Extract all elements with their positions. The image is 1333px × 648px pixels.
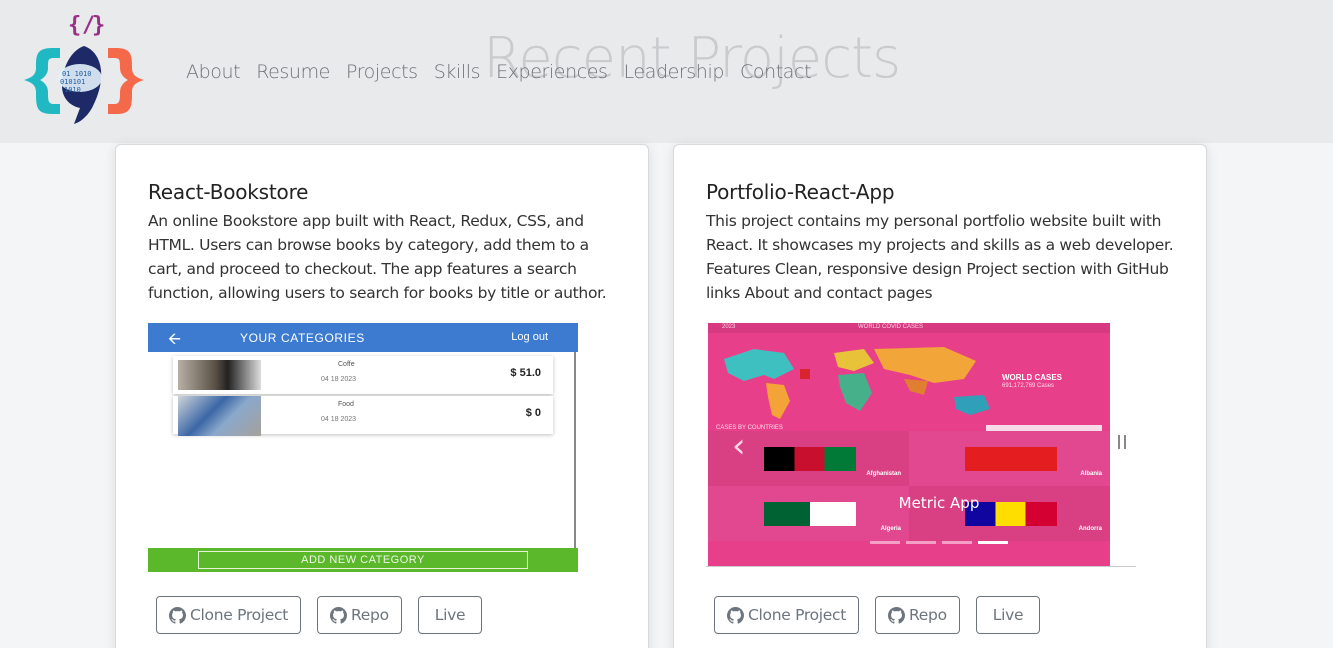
list-item: Food 04 18 2023 $ 0 [173, 396, 553, 436]
divider [574, 352, 576, 548]
svg-text:}: } [92, 13, 105, 38]
repo-label: Repo [909, 606, 947, 624]
scroll-handle [1118, 435, 1126, 449]
back-arrow-icon: 🡨 [168, 331, 181, 348]
country-name: Andorra [1078, 526, 1102, 532]
flag-afghanistan-icon [764, 447, 856, 471]
bookstore-logout: Log out [511, 331, 548, 343]
world-map-image [724, 347, 990, 419]
project-title: React-Bookstore [148, 180, 309, 204]
clone-project-button[interactable]: Clone Project [714, 596, 860, 634]
carousel-prev-icon[interactable]: ‹ [732, 426, 746, 466]
topbar-left: 2023 [722, 324, 736, 330]
slide-bottom-bar [706, 566, 1136, 572]
carousel-indicator[interactable] [906, 541, 936, 544]
bookstore-header: 🡨 YOUR CATEGORIES Log out [148, 323, 578, 352]
project-card-bookstore: React-Bookstore An online Bookstore app … [115, 144, 649, 648]
clone-project-button[interactable]: Clone Project [156, 596, 302, 634]
clone-project-label: Clone Project [748, 606, 847, 624]
live-button[interactable]: Live [975, 596, 1041, 634]
repo-button[interactable]: Repo [317, 596, 402, 634]
country-name: Albania [1080, 471, 1102, 477]
project-actions: Clone Project Repo Live [156, 596, 483, 634]
svg-text:01 1010: 01 1010 [62, 70, 92, 78]
world-cases-value: 691,172,769 Cases [1002, 383, 1055, 389]
flag-albania-icon [965, 447, 1057, 471]
github-icon [330, 606, 348, 624]
project-card-portfolio: Portfolio-React-App This project contain… [673, 144, 1207, 648]
country-name: Afghanistan [866, 471, 901, 477]
item-date: 04 18 2023 [321, 416, 357, 423]
navbar: { / } 01 1010 010101 1010 Recent Project… [0, 0, 1333, 143]
project-description: An online Bookstore app built with React… [148, 212, 607, 302]
project-title: Portfolio-React-App [706, 180, 895, 204]
nav-links: About Resume Projects Skills Experiences… [186, 61, 812, 83]
country-name: Algeria [880, 526, 901, 532]
bookstore-body: Coffe 04 18 2023 $ 51.0 Food 04 18 2023 … [148, 352, 578, 548]
thumbnail-image [178, 396, 261, 436]
project-carousel: 2023 WORLD COVID CASES WORLD CASES 691,1… [706, 323, 1136, 572]
nav-link-contact[interactable]: Contact [740, 61, 812, 83]
carousel-indicator[interactable] [942, 541, 972, 544]
item-date: 04 18 2023 [321, 376, 357, 383]
clone-project-label: Clone Project [190, 606, 289, 624]
world-cases-title: WORLD CASES [1002, 373, 1062, 382]
project-actions: Clone Project Repo Live [714, 596, 1041, 634]
carousel-caption: Metric App [898, 494, 980, 512]
project-screenshot: 🡨 YOUR CATEGORIES Log out Coffe 04 18 20… [148, 323, 578, 572]
country-cell: Albania [909, 431, 1110, 486]
project-description: This project contains my personal portfo… [706, 212, 1174, 302]
carousel-indicators [870, 541, 1008, 544]
bookstore-footer: ADD NEW CATEGORY [148, 548, 578, 572]
nav-link-about[interactable]: About [186, 61, 241, 83]
list-item: Coffe 04 18 2023 $ 51.0 [173, 356, 553, 394]
live-button[interactable]: Live [417, 596, 483, 634]
item-price: $ 51.0 [510, 367, 541, 379]
item-name: Food [338, 401, 354, 408]
bookstore-header-title: YOUR CATEGORIES [240, 331, 365, 345]
logo-icon[interactable]: { / } 01 1010 010101 1010 [22, 12, 146, 130]
svg-text:{: { [68, 13, 81, 38]
carousel-slide: 2023 WORLD COVID CASES WORLD CASES 691,1… [706, 323, 1136, 572]
github-icon [169, 606, 186, 624]
live-label: Live [434, 606, 466, 624]
live-label: Live [992, 606, 1024, 624]
carousel-indicator[interactable] [870, 541, 900, 544]
nav-link-resume[interactable]: Resume [256, 61, 330, 83]
nav-link-experiences[interactable]: Experiences [496, 61, 608, 83]
repo-label: Repo [351, 606, 389, 624]
country-row: Afghanistan Albania [708, 431, 1110, 486]
nav-link-projects[interactable]: Projects [346, 61, 418, 83]
item-name: Coffe [338, 361, 355, 368]
item-price: $ 0 [525, 407, 541, 419]
github-icon [727, 606, 744, 624]
nav-link-leadership[interactable]: Leadership [624, 61, 725, 83]
svg-text:010101: 010101 [60, 78, 85, 86]
add-category-label: ADD NEW CATEGORY [198, 551, 528, 569]
slide-scrollbar [1110, 323, 1136, 572]
nav-link-skills[interactable]: Skills [434, 61, 481, 83]
slide-topbar: 2023 WORLD COVID CASES [708, 323, 1110, 333]
topbar-center: WORLD COVID CASES [858, 324, 924, 330]
thumbnail-image [178, 360, 261, 390]
svg-text:1010: 1010 [64, 86, 81, 94]
repo-button[interactable]: Repo [875, 596, 960, 634]
carousel-indicator-active[interactable] [978, 541, 1008, 544]
github-icon [888, 606, 906, 624]
